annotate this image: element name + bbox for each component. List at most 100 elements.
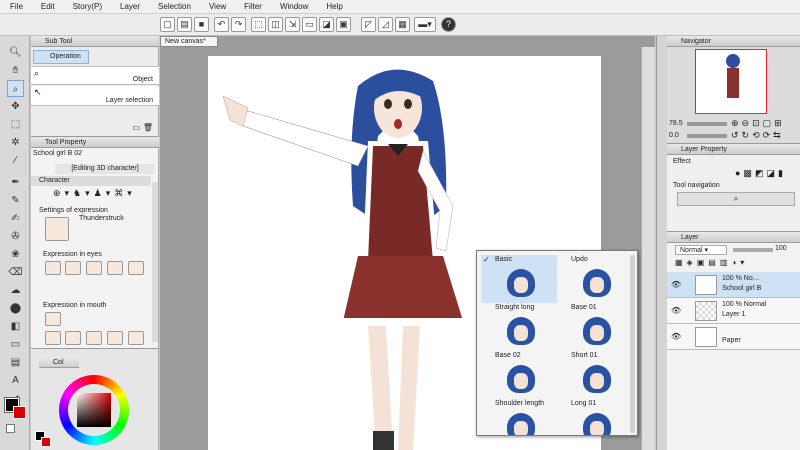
invert-icon[interactable]: ◪ <box>319 17 334 32</box>
auto-select-icon[interactable]: ✲ <box>7 134 24 151</box>
menu-help[interactable]: Help <box>316 2 350 11</box>
menu-window[interactable]: Window <box>270 2 316 11</box>
brush-icon[interactable]: ✍︎ <box>7 210 24 227</box>
hairstyle-option[interactable]: Short 01 <box>557 351 633 399</box>
gradient-icon[interactable]: ◧ <box>7 318 24 335</box>
operation-icon[interactable]: ⌕ <box>7 80 24 97</box>
navigator-preview[interactable] <box>695 49 767 114</box>
eyedropper-icon[interactable]: ⁄ <box>7 152 24 169</box>
mouth-thumb-6[interactable] <box>128 331 144 345</box>
pencil-icon[interactable]: ✎ <box>7 192 24 209</box>
selection-border-icon[interactable]: ▣ <box>336 17 351 32</box>
zoom-value[interactable]: 78.5 <box>669 120 683 127</box>
menu-story[interactable]: Story(P) <box>63 2 110 11</box>
navigator-rotate-buttons[interactable]: ↺↻⟲⟳⇆ <box>731 130 784 141</box>
color-panel-tab[interactable]: Col <box>39 357 79 368</box>
angle-slider[interactable] <box>687 134 727 138</box>
menu-selection[interactable]: Selection <box>148 2 199 11</box>
deselect-icon[interactable]: ▭ <box>302 17 317 32</box>
move-icon[interactable]: ✥ <box>7 98 24 115</box>
layer-row-layer1[interactable]: 👁︎ 100 % Normal Layer 1 <box>667 298 800 324</box>
subtool-settings-icon[interactable]: ▭ <box>132 123 140 132</box>
mouth-thumb-1[interactable] <box>45 312 61 326</box>
clear-icon[interactable]: ⬚ <box>251 17 266 32</box>
hairstyle-option[interactable]: Updo <box>557 255 633 303</box>
layer-tool-icons[interactable]: ▦◈▣▤▥◑▾ <box>675 258 748 267</box>
canvas-tab[interactable]: New canvas* <box>160 36 218 47</box>
visibility-eye-icon[interactable]: 👁︎ <box>671 280 681 289</box>
navigator-zoom-buttons[interactable]: ⊕⊖⊡▢⊞ <box>731 118 785 129</box>
saturation-square[interactable] <box>77 393 111 427</box>
canvas-vertical-scrollbar[interactable] <box>641 47 655 450</box>
expression-thumbnail[interactable] <box>45 217 69 241</box>
effect-icons[interactable]: ●▩◩◪▮ <box>735 168 786 179</box>
new-file-icon[interactable]: ▢ <box>160 17 175 32</box>
menu-view[interactable]: View <box>199 2 234 11</box>
snap-ruler-icon[interactable]: ◸ <box>361 17 376 32</box>
hairstyle-option[interactable]: Shoulder length <box>481 399 557 435</box>
hairstyle-option[interactable]: Long 01 <box>557 399 633 435</box>
eyes-thumb-5[interactable] <box>128 261 144 275</box>
decoration-icon[interactable]: ❀ <box>7 246 24 263</box>
mouth-thumb-4[interactable] <box>86 331 102 345</box>
layer-row-3d[interactable]: 👁︎ 100 % No… School girl B <box>667 272 800 298</box>
eyes-thumb-4[interactable] <box>107 261 123 275</box>
subtool-item-layer-selection[interactable]: ↖ Layer selection <box>31 86 159 106</box>
color-sub-swatch[interactable] <box>41 437 51 447</box>
opacity-value[interactable]: 100 <box>775 245 787 252</box>
zoom-icon[interactable]: 🔍︎ <box>7 44 24 61</box>
fill-icon[interactable]: ◫ <box>268 17 283 32</box>
popup-scrollbar[interactable] <box>630 255 635 433</box>
tool-property-scrollbar[interactable] <box>152 182 158 342</box>
transparent-color-swatch[interactable] <box>6 424 15 433</box>
menu-filter[interactable]: Filter <box>234 2 270 11</box>
visibility-eye-icon[interactable]: 👁︎ <box>671 332 681 341</box>
opacity-slider[interactable] <box>733 248 773 252</box>
blend-icon[interactable]: ☁︎ <box>7 282 24 299</box>
hairstyle-option[interactable]: Base 02 <box>481 351 557 399</box>
menu-edit[interactable]: Edit <box>31 2 63 11</box>
text-icon[interactable]: A <box>7 372 24 389</box>
eyes-thumb-3[interactable] <box>86 261 102 275</box>
color-wheel-panel: Col <box>31 348 159 450</box>
menu-layer[interactable]: Layer <box>110 2 148 11</box>
character-tool-icons[interactable]: ⊕▾♞▾♟▾⌘▾ <box>53 188 153 202</box>
hairstyle-option[interactable]: Straight long <box>481 303 557 351</box>
mouth-thumb-3[interactable] <box>65 331 81 345</box>
mouth-thumb-5[interactable] <box>107 331 123 345</box>
redo-icon[interactable]: ↷ <box>231 17 246 32</box>
hairstyle-option[interactable]: Base 01 <box>557 303 633 351</box>
figure-icon[interactable]: ▭ <box>7 336 24 353</box>
angle-value[interactable]: 0.0 <box>669 132 679 139</box>
blend-mode-select[interactable]: Normal ▾ <box>675 245 727 255</box>
snap-special-icon[interactable]: ◿ <box>378 17 393 32</box>
operation-tab[interactable]: Operation <box>33 50 89 64</box>
display-dropdown-icon[interactable]: ▬▾ <box>414 17 436 32</box>
frame-icon[interactable]: ▤ <box>7 354 24 371</box>
eraser-icon[interactable]: ⌫ <box>7 264 24 281</box>
eyes-thumb-2[interactable] <box>65 261 81 275</box>
selection-icon[interactable]: ⬚ <box>7 116 24 133</box>
help-icon[interactable]: ? <box>441 17 456 32</box>
hand-icon[interactable]: ✋︎ <box>7 62 24 79</box>
airbrush-icon[interactable]: ✇ <box>7 228 24 245</box>
tool-navigation-button[interactable]: ⌕ <box>677 192 795 206</box>
mouth-thumb-2[interactable] <box>45 331 61 345</box>
sub-color-swatch[interactable] <box>13 406 26 419</box>
fill-tool-icon[interactable]: ⬤ <box>7 300 24 317</box>
zoom-slider[interactable] <box>687 122 727 126</box>
hairstyle-option[interactable]: Basic ✓ <box>481 255 557 303</box>
layer-row-paper[interactable]: 👁︎ Paper <box>667 324 800 350</box>
subtool-trash-icon[interactable]: 🗑︎ <box>143 123 153 132</box>
undo-icon[interactable]: ↶ <box>214 17 229 32</box>
menu-file[interactable]: File <box>0 2 31 11</box>
subtool-item-object[interactable]: ⌕ Object <box>31 66 159 85</box>
snap-grid-icon[interactable]: ▦ <box>395 17 410 32</box>
visibility-eye-icon[interactable]: 👁︎ <box>671 306 681 315</box>
eyes-thumb-1[interactable] <box>45 261 61 275</box>
transform-icon[interactable]: ⇲ <box>285 17 300 32</box>
save-icon[interactable]: ■ <box>194 17 209 32</box>
open-folder-icon[interactable]: ▤ <box>177 17 192 32</box>
layer-select-icon: ↖ <box>34 87 42 97</box>
pen-icon[interactable]: ✒︎ <box>7 174 24 191</box>
